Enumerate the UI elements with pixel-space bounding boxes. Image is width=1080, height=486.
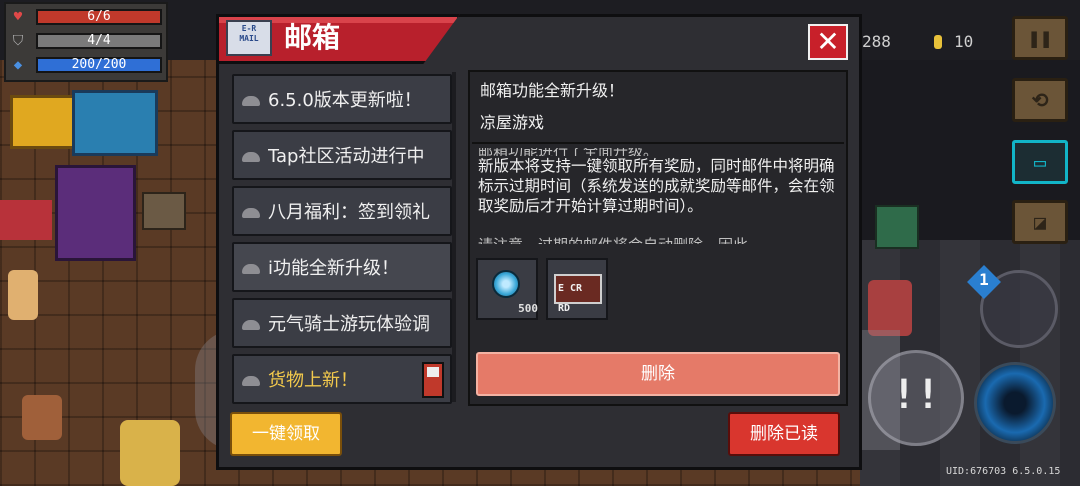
chest-green [875,205,919,249]
skill-button[interactable] [974,362,1056,444]
mail-list-item[interactable]: 八月福利：签到领礼 [232,186,452,236]
mailbox-title: 邮箱 [284,21,341,54]
mail-body-cut-bottom: 请注意，过期的邮件将会自动删除，因此 [478,236,840,244]
energy-diamond-icon: ◆ [13,57,23,73]
hp-row: ♥ 6/6 [10,8,162,26]
delete-button[interactable]: 删除 [476,352,840,396]
armor-row: ⛉ 4/4 [10,32,162,50]
mail-list-item[interactable]: 6.5.0版本更新啦！ [232,74,452,124]
mail-list-item[interactable]: 元气骑士游玩体验调 [232,298,452,348]
mail-icon: E-R MAIL [226,20,272,56]
mail-body-scroll[interactable]: 邮箱功能进行了全面升级。 新版本将支持一键领取所有奖励，同时邮件中将明确标示过期… [478,148,840,244]
mail-list-item-label: 八月福利：签到领礼 [268,202,430,223]
pause-button[interactable]: ❚❚ [1012,16,1068,60]
mail-list-item-label: 元气骑士游玩体验调 [268,314,430,335]
gem-icon [492,270,520,298]
npc-character [8,270,38,320]
mail-list-item-label: Tap社区活动进行中 [268,146,425,167]
mail-divider [472,142,844,144]
coin-icon [934,35,942,49]
pet-character [22,395,62,440]
mail-bullet-icon [242,152,260,162]
merchant-icon [422,362,444,398]
player-character [120,420,180,486]
npc-character-right [868,280,912,336]
armor-bar: 4/4 [36,33,162,49]
mail-bullet-icon [242,376,260,386]
mail-list-item-label: i功能全新升级！ [268,258,400,279]
map-button[interactable]: ◪ [1012,200,1068,244]
heart-icon: ♥ [13,9,23,25]
chat-button[interactable]: ▭ [1012,140,1068,184]
delete-read-button[interactable]: 删除已读 [728,412,840,456]
pause-icon: ❚❚ [1027,26,1053,50]
reward-slot-gems: 500 [476,258,538,320]
weapon-badge-number: 1 [979,270,989,289]
mail-bullet-icon [242,320,260,330]
close-icon: ✕ [816,25,840,58]
chest [142,192,186,230]
hp-bar: 6/6 [36,9,162,25]
mail-body: 新版本将支持一键领取所有奖励，同时邮件中将明确标示过期时间（系统发送的成就奖励等… [478,157,835,215]
mail-subject: 邮箱功能全新升级！ [480,81,625,100]
mail-bullet-icon [242,264,260,274]
mail-list-item[interactable]: 货物上新！ [232,354,452,404]
mail-list-item[interactable]: Tap社区活动进行中 [232,130,452,180]
mail-bullet-icon [242,96,260,106]
attack-button[interactable]: !! [868,350,964,446]
shield-icon: ⛉ [12,33,24,49]
shop-counter [0,200,52,240]
player-stats-panel: ♥ 6/6 ⛉ 4/4 ◆ 200/200 [4,2,168,82]
card-label: E CR RD [558,283,583,314]
mail-bullet-icon [242,208,260,218]
shop-sign-star [10,95,76,149]
swap-button[interactable]: ⟲ [1012,78,1068,122]
energy-bar: 200/200 [36,57,162,73]
uid-label: UID:676703 6.5.0.15 [946,466,1061,477]
gacha-machine [55,165,136,261]
currency-counters: 288 10 [862,28,1000,56]
mail-list[interactable]: 6.5.0版本更新啦！ Tap社区活动进行中 八月福利：签到领礼 i功能全新升级… [230,70,458,404]
screen-icon: ▭ [1033,150,1047,174]
reward-count: 500 [518,302,538,315]
close-button[interactable]: ✕ [808,24,848,60]
gem-count: 288 [862,32,891,51]
mail-sender: 凉屋游戏 [480,113,545,132]
energy-row: ◆ 200/200 [10,56,162,74]
card-icon: E CR RD [554,274,602,314]
reward-slot-card: E CR RD [546,258,608,320]
mail-list-item-label: 6.5.0版本更新啦！ [268,90,422,111]
coin-count: 10 [954,32,974,51]
claim-all-button[interactable]: 一键领取 [230,412,342,456]
mail-body-cut-top: 邮箱功能进行了全面升级。 [478,148,840,156]
map-icon: ◪ [1033,210,1047,234]
mail-list-item-selected[interactable]: i功能全新升级！ [232,242,452,292]
mail-list-scrollbar[interactable] [452,72,456,402]
swap-icon: ⟲ [1031,88,1049,112]
mail-icon-text: E-R MAIL [239,24,259,43]
shop-sign-blue [72,90,158,156]
